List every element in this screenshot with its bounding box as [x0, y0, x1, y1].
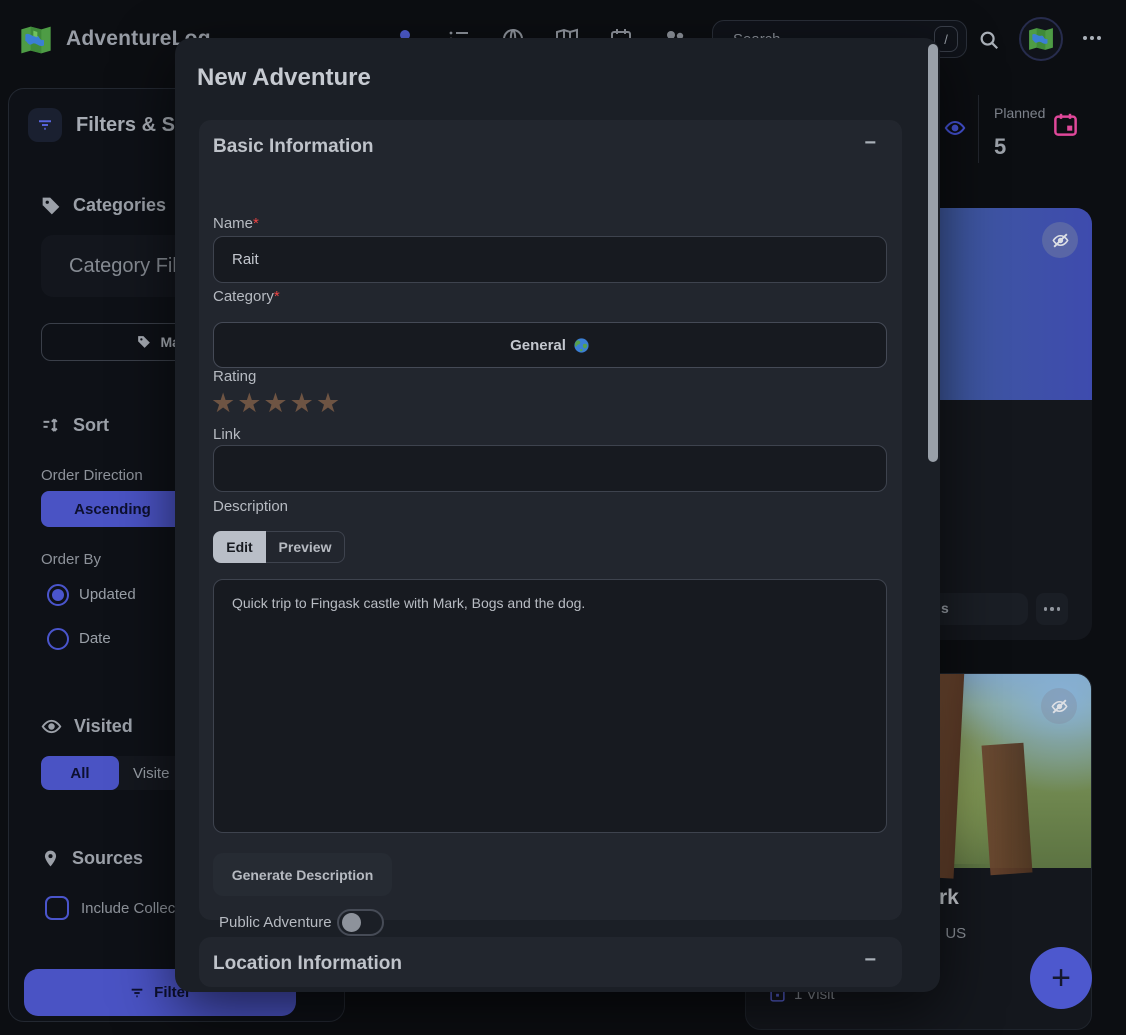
- filters-icon-badge: [28, 108, 62, 142]
- app-logo-map-icon: [20, 24, 52, 56]
- link-label: Link: [213, 426, 241, 443]
- tag-icon: [41, 196, 61, 216]
- stat-divider: [978, 95, 979, 163]
- sort-heading: Sort: [41, 415, 109, 436]
- avatar[interactable]: [1019, 17, 1063, 61]
- include-collections-label: Include Collect: [81, 900, 179, 917]
- new-adventure-modal: New Adventure Basic Information − Name* …: [175, 38, 940, 992]
- description-label: Description: [213, 498, 288, 515]
- location-information-section: Location Information −: [199, 937, 902, 987]
- search-icon[interactable]: [978, 29, 1000, 51]
- globe-emoji-icon: [573, 337, 590, 354]
- adventurelog-app: AdventureLog /: [0, 0, 1126, 1035]
- modal-scrollbar-thumb[interactable]: [928, 44, 938, 462]
- category-select[interactable]: General: [213, 322, 887, 368]
- funnel-icon: [129, 985, 145, 1001]
- radio-date-label: Date: [79, 630, 111, 647]
- rating-stars[interactable]: ★★★★★: [211, 388, 342, 419]
- adventure-title: rk: [939, 886, 959, 910]
- categories-heading: Categories: [41, 195, 166, 216]
- photo-tree-trunk: [982, 743, 1033, 876]
- name-field[interactable]: [213, 236, 887, 283]
- card-menu-ellipsis-icon[interactable]: [1036, 593, 1068, 625]
- required-asterisk: *: [253, 215, 259, 232]
- plus-icon: +: [1051, 959, 1071, 998]
- map-pin-icon: [41, 849, 60, 868]
- planned-stat-label: Planned: [994, 105, 1045, 121]
- tab-preview[interactable]: Preview: [266, 531, 345, 563]
- tab-edit[interactable]: Edit: [213, 531, 266, 563]
- order-by-label: Order By: [41, 551, 101, 568]
- location-information-title: Location Information: [213, 953, 402, 975]
- basic-information-title: Basic Information: [213, 136, 373, 158]
- navbar-overflow-menu-icon[interactable]: [1083, 36, 1101, 40]
- description-textarea[interactable]: Quick trip to Fingask castle with Mark, …: [213, 579, 887, 833]
- collapse-section-button[interactable]: −: [864, 132, 876, 155]
- order-direction-label: Order Direction: [41, 467, 143, 484]
- avatar-map-icon: [1028, 26, 1054, 52]
- required-asterisk: *: [274, 288, 280, 305]
- sidebar-title: Filters & So: [76, 114, 187, 137]
- planned-calendar-icon: [1052, 111, 1079, 138]
- radio-updated[interactable]: [47, 584, 69, 606]
- public-adventure-label: Public Adventure: [219, 914, 332, 931]
- planned-stat-value: 5: [994, 134, 1006, 160]
- eye-off-icon: [1051, 231, 1070, 250]
- visited-stat-eye-icon: [944, 117, 966, 139]
- link-field[interactable]: [213, 445, 887, 492]
- ascending-button[interactable]: Ascending: [41, 491, 184, 527]
- adventure-location: , US: [937, 925, 966, 942]
- category-label: Category*: [213, 288, 280, 305]
- visibility-toggle-button[interactable]: [1041, 688, 1077, 724]
- radio-date[interactable]: [47, 628, 69, 650]
- tag-icon: [137, 335, 151, 349]
- funnel-icon: [36, 116, 54, 134]
- modal-title: New Adventure: [197, 64, 371, 92]
- visited-all-segment[interactable]: All: [41, 756, 119, 790]
- visited-heading: Visited: [41, 716, 133, 737]
- eye-off-icon: [1050, 697, 1069, 716]
- visibility-toggle-button[interactable]: [1042, 222, 1078, 258]
- rating-label: Rating: [213, 368, 256, 385]
- sort-icon: [41, 416, 61, 436]
- generate-description-button[interactable]: Generate Description: [213, 853, 392, 896]
- sources-heading: Sources: [41, 848, 143, 869]
- add-adventure-fab[interactable]: +: [1030, 947, 1092, 1009]
- basic-information-section: Basic Information − Name* Category* Gene…: [199, 120, 902, 920]
- name-label: Name*: [213, 215, 259, 232]
- open-details-button-text: s: [941, 600, 949, 616]
- visited-segmented-control: All Visite: [41, 756, 186, 790]
- visited-visited-segment[interactable]: Visite: [119, 756, 183, 790]
- public-adventure-toggle[interactable]: [337, 909, 384, 936]
- toggle-knob: [342, 913, 361, 932]
- collapse-section-button[interactable]: −: [864, 949, 876, 972]
- include-collections-checkbox[interactable]: [45, 896, 69, 920]
- radio-updated-label: Updated: [79, 586, 136, 603]
- eye-icon: [41, 716, 62, 737]
- description-mode-tabs: Edit Preview: [213, 531, 345, 563]
